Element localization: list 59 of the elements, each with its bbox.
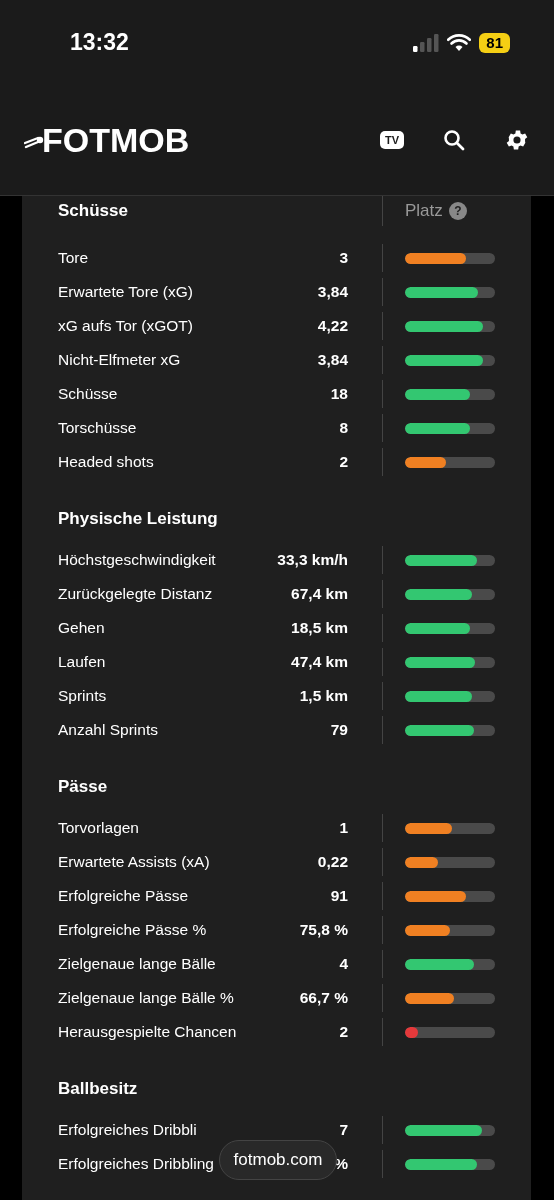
stat-value: %	[334, 1155, 348, 1173]
section-title: Physische Leistung	[58, 508, 219, 530]
stat-value: 75,8 %	[299, 921, 348, 939]
stat-label: Erfolgreiche Pässe %	[58, 921, 207, 939]
stat-value: 66,7 %	[299, 989, 348, 1007]
stat-label: Zielgenaue lange Bälle %	[58, 989, 234, 1007]
help-icon[interactable]: ?	[448, 202, 467, 220]
url-pill[interactable]: fotmob.com	[219, 1140, 337, 1180]
stat-value: 18,5 km	[291, 619, 348, 637]
stat-value: 3,84	[317, 283, 348, 301]
rank-column-label: Platz	[405, 201, 443, 221]
stat-label: Nicht-Elfmeter xG	[58, 351, 181, 369]
stat-value: 2	[339, 453, 348, 471]
status-time: 13:32	[70, 29, 129, 56]
section-title: Schüsse	[58, 201, 128, 221]
stat-value: 3	[339, 249, 348, 267]
stat-value: 4	[339, 955, 348, 973]
stat-value: 8	[339, 419, 348, 437]
app-logo: FOTMOB	[24, 120, 190, 160]
stat-value: 47,4 km	[291, 653, 348, 671]
search-icon[interactable]	[442, 128, 466, 152]
section-title: Pässe	[58, 776, 109, 798]
wifi-icon	[447, 33, 472, 52]
stat-label: Tore	[58, 249, 89, 267]
stat-label: Höchstgeschwindigkeit	[58, 551, 216, 569]
stat-value: 7	[339, 1121, 348, 1139]
stat-value: 1,5 km	[299, 687, 348, 705]
stat-label: Laufen	[58, 653, 106, 671]
stat-value: 2	[339, 1023, 348, 1041]
stat-label: Anzahl Sprints	[58, 721, 158, 739]
stat-label: Erwartete Tore (xG)	[58, 283, 193, 301]
stat-label: Headed shots	[58, 453, 154, 471]
stat-label: Torvorlagen	[58, 819, 139, 837]
stat-label: Herausgespielte Chancen	[58, 1023, 237, 1041]
stat-label: Sprints	[58, 687, 107, 705]
stat-value: 67,4 km	[291, 585, 348, 603]
stat-label: Zielgenaue lange Bälle	[58, 955, 216, 973]
stat-label: Torschüsse	[58, 419, 137, 437]
stat-label: Erwartete Assists (xA)	[58, 853, 210, 871]
settings-icon[interactable]	[504, 127, 530, 153]
stat-value: 33,3 km/h	[277, 551, 348, 569]
stat-value: 0,22	[317, 853, 348, 871]
stat-value: 4,22	[317, 317, 348, 335]
stat-label: xG aufs Tor (xGOT)	[58, 317, 193, 335]
stat-label: Erfolgreiche Pässe	[58, 887, 189, 905]
stat-label: Erfolgreiches Dribbling	[58, 1155, 214, 1173]
stat-label: Zurückgelegte Distanz	[58, 585, 213, 603]
stat-value: 91	[330, 887, 348, 905]
stat-label: Erfolgreiches Dribbli	[58, 1121, 197, 1139]
battery-indicator: 81	[479, 32, 510, 53]
stat-label: Gehen	[58, 619, 105, 637]
stat-value: 18	[330, 385, 348, 403]
stat-value: 3,84	[317, 351, 348, 369]
section-title: Ballbesitz	[58, 1078, 139, 1100]
tv-button[interactable]: TV	[379, 131, 404, 149]
stat-label: Schüsse	[58, 385, 118, 403]
stat-value: 1	[339, 819, 348, 837]
signal-icon	[413, 33, 440, 52]
stat-value: 79	[330, 721, 348, 739]
